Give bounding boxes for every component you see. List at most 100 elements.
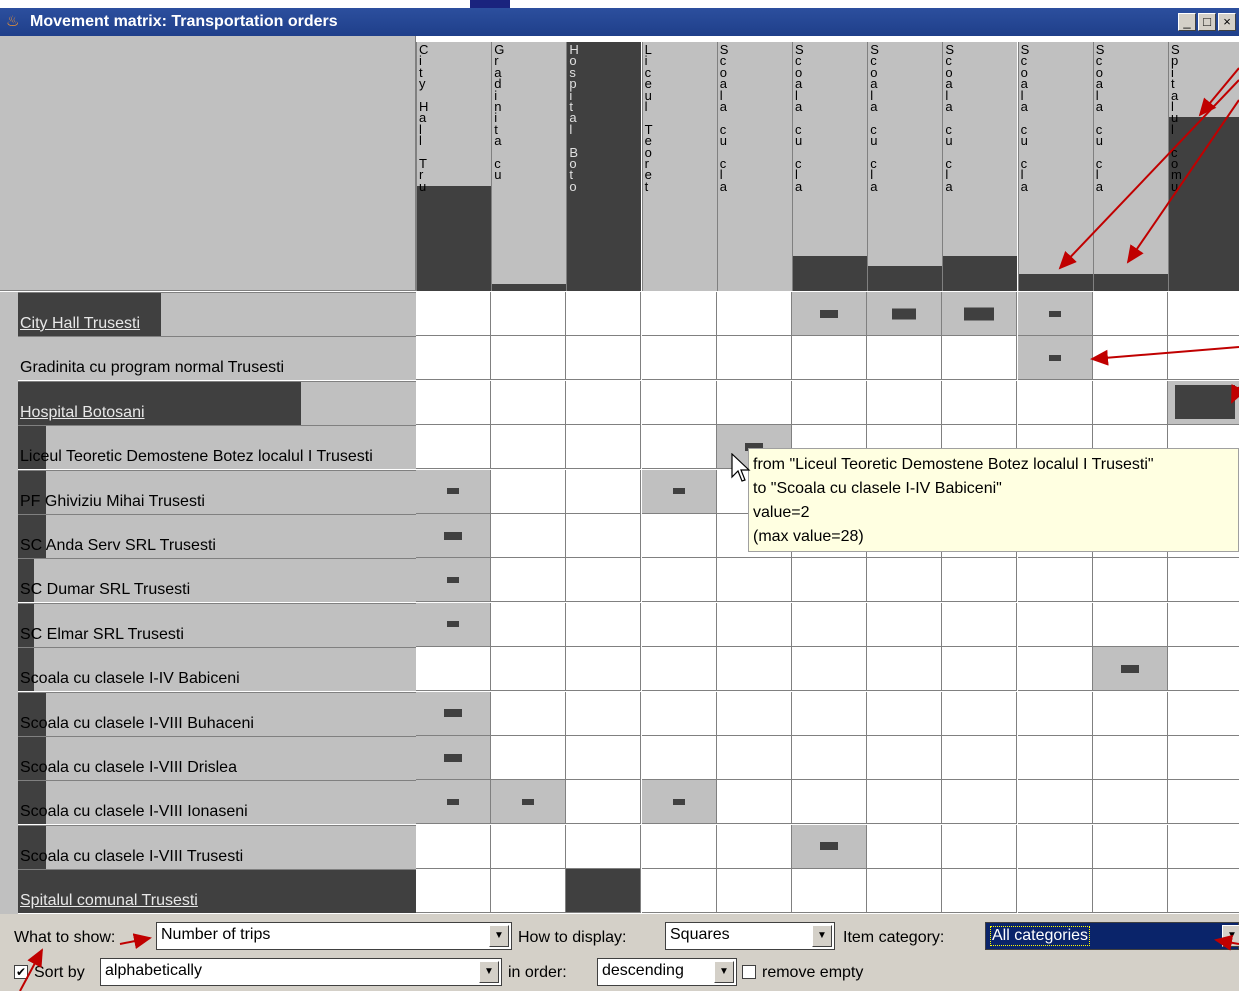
matrix-cell[interactable] xyxy=(942,736,1018,780)
matrix-cell[interactable] xyxy=(566,647,642,692)
matrix-cell[interactable] xyxy=(641,425,717,470)
matrix-cell[interactable] xyxy=(416,425,491,470)
matrix-cell[interactable] xyxy=(792,336,867,381)
column-header[interactable]: H o s p i t a l B o t o xyxy=(566,42,642,291)
matrix-cell[interactable] xyxy=(641,780,717,825)
matrix-cell[interactable] xyxy=(867,780,943,825)
matrix-cell[interactable] xyxy=(566,380,642,425)
matrix-cell[interactable] xyxy=(641,336,717,381)
matrix-cell[interactable] xyxy=(942,647,1018,692)
matrix-cell[interactable] xyxy=(491,869,567,914)
row-header[interactable]: SC Elmar SRL Trusesti xyxy=(18,602,416,647)
column-header[interactable]: S c o a l a c u c l a xyxy=(867,42,943,291)
how-to-display-select[interactable]: Squares ▼ xyxy=(665,922,835,950)
matrix-cell[interactable] xyxy=(1017,869,1093,914)
matrix-cell[interactable] xyxy=(641,558,717,603)
matrix-cell[interactable] xyxy=(1168,336,1239,381)
matrix-cell[interactable] xyxy=(716,691,792,736)
matrix-cell[interactable] xyxy=(1168,691,1239,736)
matrix-cell[interactable] xyxy=(416,647,491,692)
matrix-cell[interactable] xyxy=(1092,824,1168,869)
matrix-cell[interactable] xyxy=(566,469,642,514)
matrix-cell[interactable] xyxy=(566,736,642,780)
row-header[interactable]: SC Anda Serv SRL Trusesti xyxy=(18,514,416,558)
column-header[interactable]: S c o a l a c u c l a xyxy=(1092,42,1168,291)
matrix-cell[interactable] xyxy=(1017,602,1093,647)
matrix-cell[interactable] xyxy=(942,292,1018,336)
matrix-cell[interactable] xyxy=(867,602,943,647)
row-header[interactable]: Spitalul comunal Trusesti xyxy=(18,869,416,914)
matrix-cell[interactable] xyxy=(792,292,867,336)
matrix-cell[interactable] xyxy=(867,869,943,914)
row-header[interactable]: Gradinita cu program normal Trusesti xyxy=(18,336,416,381)
chevron-down-icon[interactable]: ▼ xyxy=(812,925,832,947)
remove-empty-checkbox[interactable] xyxy=(742,965,756,979)
matrix-cell[interactable] xyxy=(1092,647,1168,692)
matrix-cell[interactable] xyxy=(491,602,567,647)
matrix-cell[interactable] xyxy=(416,736,491,780)
row-header[interactable]: Liceul Teoretic Demostene Botez localul … xyxy=(18,425,416,470)
close-button[interactable]: × xyxy=(1218,13,1236,31)
matrix-cell[interactable] xyxy=(716,602,792,647)
matrix-cell[interactable] xyxy=(1168,558,1239,603)
matrix-cell[interactable] xyxy=(641,292,717,336)
matrix-cell[interactable] xyxy=(566,824,642,869)
matrix-cell[interactable] xyxy=(942,602,1018,647)
column-header[interactable]: L i c e u l T e o r e t xyxy=(641,42,717,291)
what-to-show-select[interactable]: Number of trips ▼ xyxy=(156,922,512,950)
matrix-cell[interactable] xyxy=(1017,824,1093,869)
column-header[interactable]: S p i t a l u l c o m u xyxy=(1168,42,1239,291)
matrix-cell[interactable] xyxy=(942,558,1018,603)
matrix-cell[interactable] xyxy=(1168,647,1239,692)
row-header[interactable]: Hospital Botosani xyxy=(18,380,416,425)
matrix-cell[interactable] xyxy=(641,469,717,514)
matrix-cell[interactable] xyxy=(1092,292,1168,336)
matrix-cell[interactable] xyxy=(792,380,867,425)
matrix-cell[interactable] xyxy=(867,336,943,381)
matrix-cell[interactable] xyxy=(416,824,491,869)
column-header[interactable]: S c o a l a c u c l a xyxy=(942,42,1018,291)
matrix-cell[interactable] xyxy=(716,558,792,603)
matrix-cell[interactable] xyxy=(491,691,567,736)
matrix-cell[interactable] xyxy=(1092,558,1168,603)
matrix-cell[interactable] xyxy=(1017,736,1093,780)
matrix-cell[interactable] xyxy=(1017,647,1093,692)
matrix-cell[interactable] xyxy=(1092,602,1168,647)
chevron-down-icon[interactable]: ▼ xyxy=(714,961,734,983)
matrix-cell[interactable] xyxy=(566,558,642,603)
order-select[interactable]: descending ▼ xyxy=(597,958,737,986)
row-header[interactable]: PF Ghiviziu Mihai Trusesti xyxy=(18,469,416,514)
row-header[interactable]: Scoala cu clasele I-IV Babiceni xyxy=(18,647,416,692)
matrix-cell[interactable] xyxy=(566,780,642,825)
chevron-down-icon[interactable]: ▼ xyxy=(479,961,499,983)
matrix-cell[interactable] xyxy=(566,292,642,336)
matrix-cell[interactable] xyxy=(491,380,567,425)
matrix-cell[interactable] xyxy=(792,824,867,869)
matrix-cell[interactable] xyxy=(641,691,717,736)
row-header[interactable]: Scoala cu clasele I-VIII Ionaseni xyxy=(18,780,416,825)
matrix-cell[interactable] xyxy=(416,691,491,736)
sort-by-select[interactable]: alphabetically ▼ xyxy=(100,958,502,986)
matrix-cell[interactable] xyxy=(1168,869,1239,914)
matrix-cell[interactable] xyxy=(566,691,642,736)
matrix-cell[interactable] xyxy=(491,824,567,869)
column-header[interactable]: G r a d i n i t a c u xyxy=(491,42,567,291)
matrix-cell[interactable] xyxy=(416,514,491,558)
matrix-cell[interactable] xyxy=(716,380,792,425)
column-header[interactable]: S c o a l a c u c l a xyxy=(792,42,867,291)
matrix-cell[interactable] xyxy=(1017,780,1093,825)
matrix-cell[interactable] xyxy=(416,602,491,647)
matrix-cell[interactable] xyxy=(716,336,792,381)
matrix-cell[interactable] xyxy=(1017,558,1093,603)
matrix-cell[interactable] xyxy=(416,292,491,336)
matrix-cell[interactable] xyxy=(1017,691,1093,736)
matrix-cell[interactable] xyxy=(716,824,792,869)
matrix-cell[interactable] xyxy=(641,869,717,914)
sort-checkbox[interactable]: ✔ xyxy=(14,965,28,979)
matrix-cell[interactable] xyxy=(491,736,567,780)
matrix-cell[interactable] xyxy=(566,425,642,470)
chevron-down-icon[interactable]: ▼ xyxy=(1222,925,1239,947)
matrix-cell[interactable] xyxy=(641,514,717,558)
matrix-cell[interactable] xyxy=(491,336,567,381)
matrix-cell[interactable] xyxy=(1092,869,1168,914)
